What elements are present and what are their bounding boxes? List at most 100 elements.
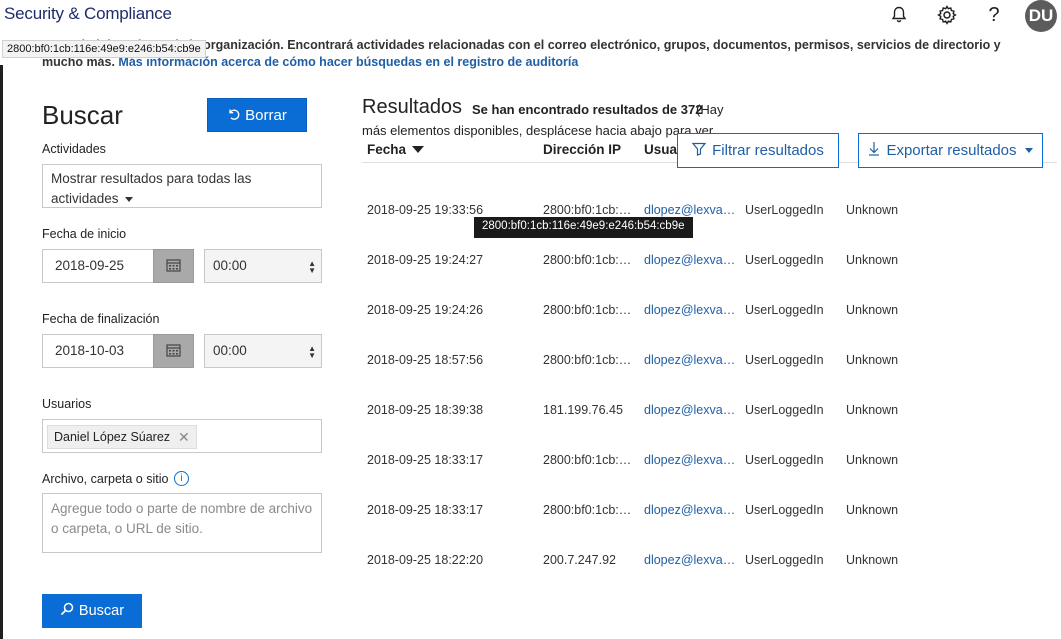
top-bar: Security & Compliance ? DU bbox=[0, 0, 1061, 32]
row-ip-address: 2800:bf0:1cb:116e:49e9:e246:b54:cb9e bbox=[543, 353, 636, 367]
row-activity: UserLoggedIn bbox=[745, 403, 824, 417]
bell-icon[interactable] bbox=[888, 4, 910, 26]
end-date-label: Fecha de finalización bbox=[42, 312, 160, 326]
undo-icon bbox=[227, 107, 240, 124]
row-date: 2018-09-25 18:22:20 bbox=[367, 553, 484, 567]
row-date: 2018-09-25 18:57:56 bbox=[367, 353, 484, 367]
start-date-input[interactable]: 2018-09-25 bbox=[42, 249, 154, 283]
sort-descending-icon bbox=[412, 146, 425, 153]
avatar[interactable]: DU bbox=[1025, 0, 1057, 32]
row-user-link[interactable]: dlopez@lexvalor.com bbox=[644, 453, 737, 467]
start-calendar-button[interactable] bbox=[153, 249, 194, 283]
user-chip: Daniel López Súarez ✕ bbox=[47, 425, 197, 449]
end-time-value: 00:00 bbox=[213, 343, 247, 358]
row-user-link[interactable]: dlopez@lexvalor.com bbox=[644, 503, 737, 517]
table-row[interactable]: 2018-09-25 18:33:17 2800:bf0:1cb:116e:49e… bbox=[362, 453, 1057, 503]
row-user-link[interactable]: dlopez@lexvalor.com bbox=[644, 403, 737, 417]
end-time-select[interactable]: 00:00 ▲ ▼ bbox=[204, 334, 322, 368]
end-date-input[interactable]: 2018-10-03 bbox=[42, 334, 154, 368]
row-activity: UserLoggedIn bbox=[745, 303, 824, 317]
row-item: Unknown bbox=[846, 403, 899, 417]
table-row[interactable]: 2018-09-25 19:33:562800:bf0:1cb:116e:49e… bbox=[362, 203, 1057, 253]
row-date: 2018-09-25 18:33:17 bbox=[367, 503, 484, 517]
start-time-select[interactable]: 00:00 ▲ ▼ bbox=[204, 249, 322, 283]
clear-button[interactable]: Borrar bbox=[207, 98, 307, 132]
window-edge bbox=[0, 65, 3, 639]
ip-tooltip-top: 2800:bf0:1cb:116e:49e9:e246:b54:cb9e bbox=[2, 40, 206, 58]
row-activity: UserLoggedIn bbox=[745, 553, 824, 567]
remove-user-icon[interactable]: ✕ bbox=[178, 429, 190, 446]
users-input[interactable]: Daniel López Súarez ✕ bbox=[42, 419, 322, 453]
spinner-icon: ▲ ▼ bbox=[308, 259, 316, 275]
column-header-ip[interactable]: Dirección IP bbox=[543, 142, 621, 157]
results-hint: más elementos disponibles, desplácese ha… bbox=[362, 123, 714, 138]
results-title: Resultados bbox=[362, 96, 463, 118]
row-item: Unknown bbox=[846, 353, 899, 367]
app-title[interactable]: Security & Compliance bbox=[4, 4, 172, 24]
row-item: Unknown bbox=[846, 553, 899, 567]
row-user-link[interactable]: dlopez@lexvalor.com bbox=[644, 253, 737, 267]
row-ip-address: 2800:bf0:1cb:116e:49e9:e246:b54:cb9e bbox=[543, 303, 636, 317]
row-ip-address: 2800:bf0:1cb:116e:49e9:e246:b54:cb9e bbox=[543, 253, 636, 267]
row-date: 2018-09-25 19:33:56 bbox=[367, 203, 484, 217]
row-date: 2018-09-25 18:33:17 bbox=[367, 453, 484, 467]
row-user-link[interactable]: dlopez@lexvalor.com bbox=[644, 553, 737, 567]
row-user-link[interactable]: dlopez@lexvalor.com bbox=[644, 203, 737, 217]
filter-icon bbox=[691, 142, 707, 160]
gear-icon[interactable] bbox=[936, 4, 958, 26]
table-row[interactable]: 2018-09-25 19:24:27 2800:bf0:1cb:116e:49e… bbox=[362, 253, 1057, 303]
row-item: Unknown bbox=[846, 203, 899, 217]
filter-label: Filtrar resultados bbox=[712, 142, 824, 159]
results-count-rest: (Hay bbox=[696, 102, 724, 117]
row-item: Unknown bbox=[846, 503, 899, 517]
row-user-link[interactable]: dlopez@lexvalor.com bbox=[644, 353, 737, 367]
search-title: Buscar bbox=[42, 100, 123, 130]
activities-select[interactable]: Mostrar resultados para todas las activi… bbox=[42, 164, 322, 208]
row-ip-address: 2800:bf0:1cb:116e:49e9:e246:b54:cb9e bbox=[543, 503, 636, 517]
table-row[interactable]: 2018-09-25 18:57:56 2800:bf0:1cb:116e:49e… bbox=[362, 353, 1057, 403]
user-chip-label: Daniel López Súarez bbox=[54, 430, 171, 444]
results-count: Se han encontrado resultados de 372 bbox=[472, 102, 703, 117]
calendar-icon bbox=[166, 258, 181, 275]
export-results-button[interactable]: Exportar resultados bbox=[858, 133, 1043, 168]
row-activity: UserLoggedIn bbox=[745, 253, 824, 267]
chevron-down-icon bbox=[124, 196, 133, 202]
row-ip-address: 2800:bf0:1cb:116e:49e9:e246:b54:cb9e bbox=[543, 453, 636, 467]
column-date-label: Fecha bbox=[367, 142, 407, 157]
column-header-date[interactable]: Fecha bbox=[367, 142, 425, 157]
row-date: 2018-09-25 18:39:38 bbox=[367, 403, 484, 417]
activities-value: Mostrar resultados para todas las activi… bbox=[51, 171, 252, 206]
row-date: 2018-09-25 19:24:27 bbox=[367, 253, 484, 267]
row-item: Unknown bbox=[846, 453, 899, 467]
table-row[interactable]: 2018-09-25 19:24:26 2800:bf0:1cb:116e:49e… bbox=[362, 303, 1057, 353]
search-label: Buscar bbox=[78, 603, 125, 619]
row-activity: UserLoggedIn bbox=[745, 503, 824, 517]
export-label: Exportar resultados bbox=[886, 142, 1017, 159]
search-button[interactable]: Buscar bbox=[42, 594, 142, 628]
file-folder-site-input[interactable]: Agregue todo o parte de nombre de archiv… bbox=[42, 493, 322, 553]
download-icon bbox=[868, 141, 880, 160]
help-icon[interactable]: ? bbox=[983, 4, 1005, 26]
column-header-user[interactable]: Usua bbox=[644, 142, 677, 157]
row-item: Unknown bbox=[846, 253, 899, 267]
info-icon[interactable]: i bbox=[174, 471, 189, 486]
spinner-icon: ▲ ▼ bbox=[308, 344, 316, 360]
row-user-link[interactable]: dlopez@lexvalor.com bbox=[644, 303, 737, 317]
row-ip-address: 200.7.247.92 bbox=[543, 553, 616, 567]
search-icon bbox=[60, 602, 74, 620]
row-item: Unknown bbox=[846, 303, 899, 317]
file-folder-site-label: Archivo, carpeta o sitio bbox=[42, 472, 169, 486]
row-activity: UserLoggedIn bbox=[745, 353, 824, 367]
table-row[interactable]: 2018-09-25 18:22:20 200.7.247.92 dlopez@le… bbox=[362, 553, 1057, 603]
filter-results-button[interactable]: Filtrar resultados bbox=[677, 133, 839, 168]
row-ip-address: 2800:bf0:1cb:116e:49e9:e246:b54:cb9e bbox=[543, 203, 636, 217]
start-date-label: Fecha de inicio bbox=[42, 227, 127, 241]
row-activity: UserLoggedIn bbox=[745, 453, 824, 467]
row-date: 2018-09-25 19:24:26 bbox=[367, 303, 484, 317]
table-row[interactable]: 2018-09-25 18:33:17 2800:bf0:1cb:116e:49e… bbox=[362, 503, 1057, 553]
table-row[interactable]: 2018-09-25 18:39:38 181.199.76.45 dlopez@l… bbox=[362, 403, 1057, 453]
ip-tooltip: 2800:bf0:1cb:116e:49e9:e246:b54:cb9e bbox=[474, 217, 693, 238]
row-activity: UserLoggedIn bbox=[745, 203, 824, 217]
end-calendar-button[interactable] bbox=[153, 334, 194, 368]
users-label: Usuarios bbox=[42, 397, 92, 411]
